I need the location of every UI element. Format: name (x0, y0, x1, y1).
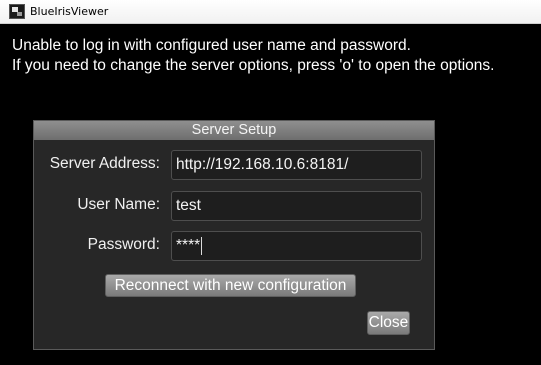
error-message: Unable to log in with configured user na… (12, 36, 494, 76)
error-message-line-1: Unable to log in with configured user na… (12, 37, 411, 54)
text-cursor (201, 236, 203, 255)
password-field[interactable]: **** (171, 231, 422, 261)
password-value: **** (176, 237, 201, 254)
user-name-value: test (176, 197, 201, 214)
password-label: Password: (87, 236, 160, 253)
server-address-field[interactable]: http://192.168.10.6:8181/ (171, 150, 422, 180)
error-message-line-2: If you need to change the server options… (12, 57, 495, 74)
server-address-label: Server Address: (49, 155, 160, 172)
close-button[interactable]: Close (367, 311, 410, 335)
user-name-field[interactable]: test (171, 191, 422, 221)
server-setup-dialog: Server Setup Server Address: http://192.… (33, 120, 435, 350)
blueiris-app-icon[interactable] (9, 4, 25, 19)
reconnect-button[interactable]: Reconnect with new configuration (105, 274, 356, 297)
window-titlebar[interactable]: BlueIrisViewer (0, 0, 541, 24)
dialog-title: Server Setup (34, 121, 434, 140)
server-address-value: http://192.168.10.6:8181/ (176, 156, 349, 173)
user-name-label: User Name: (77, 196, 160, 213)
window-title: BlueIrisViewer (30, 5, 109, 18)
